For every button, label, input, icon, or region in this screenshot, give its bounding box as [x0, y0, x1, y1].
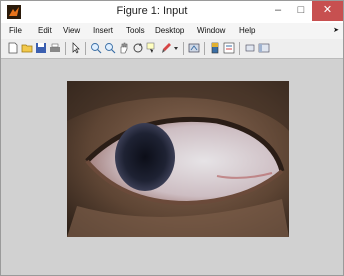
figure-canvas[interactable] — [1, 59, 343, 275]
toolbar-separator — [85, 42, 86, 55]
pointer-icon[interactable] — [70, 42, 82, 54]
rotate-icon[interactable] — [132, 42, 144, 54]
print-icon[interactable] — [49, 42, 61, 54]
menu-overflow-arrow-icon[interactable]: ➤ — [333, 26, 339, 34]
hide-plot-tools-icon[interactable] — [244, 42, 256, 54]
colorbar-icon[interactable] — [209, 42, 221, 54]
menu-view[interactable]: View — [63, 26, 80, 35]
pan-icon[interactable] — [118, 42, 130, 54]
toolbar-separator — [183, 42, 184, 55]
menu-insert[interactable]: Insert — [93, 26, 113, 35]
menu-edit[interactable]: Edit — [38, 26, 52, 35]
minimize-button[interactable]: – — [266, 1, 290, 21]
eye-photo-icon[interactable] — [67, 81, 289, 237]
link-icon[interactable] — [188, 42, 200, 54]
data-cursor-icon[interactable] — [146, 42, 158, 54]
menu-tools[interactable]: Tools — [126, 26, 145, 35]
title-bar[interactable]: Figure 1: Input – □ ✕ — [1, 1, 343, 23]
brush-dropdown-icon[interactable] — [172, 42, 180, 54]
figure-window: Figure 1: Input – □ ✕ File Edit View Ins… — [0, 0, 344, 276]
toolbar-separator — [204, 42, 205, 55]
toolbar-separator — [239, 42, 240, 55]
show-plot-tools-icon[interactable] — [258, 42, 270, 54]
close-button[interactable]: ✕ — [312, 1, 343, 21]
zoom-in-icon[interactable] — [90, 42, 102, 54]
open-icon[interactable] — [21, 42, 33, 54]
menu-file[interactable]: File — [9, 26, 22, 35]
menu-bar: File Edit View Insert Tools Desktop Wind… — [1, 23, 343, 39]
figure-toolbar — [1, 39, 343, 59]
legend-icon[interactable] — [223, 42, 235, 54]
menu-window[interactable]: Window — [197, 26, 225, 35]
brush-icon[interactable] — [160, 42, 172, 54]
menu-help[interactable]: Help — [239, 26, 255, 35]
new-figure-icon[interactable] — [7, 42, 19, 54]
save-icon[interactable] — [35, 42, 47, 54]
menu-desktop[interactable]: Desktop — [155, 26, 184, 35]
maximize-button[interactable]: □ — [290, 1, 312, 21]
toolbar-separator — [65, 42, 66, 55]
zoom-out-icon[interactable] — [104, 42, 116, 54]
